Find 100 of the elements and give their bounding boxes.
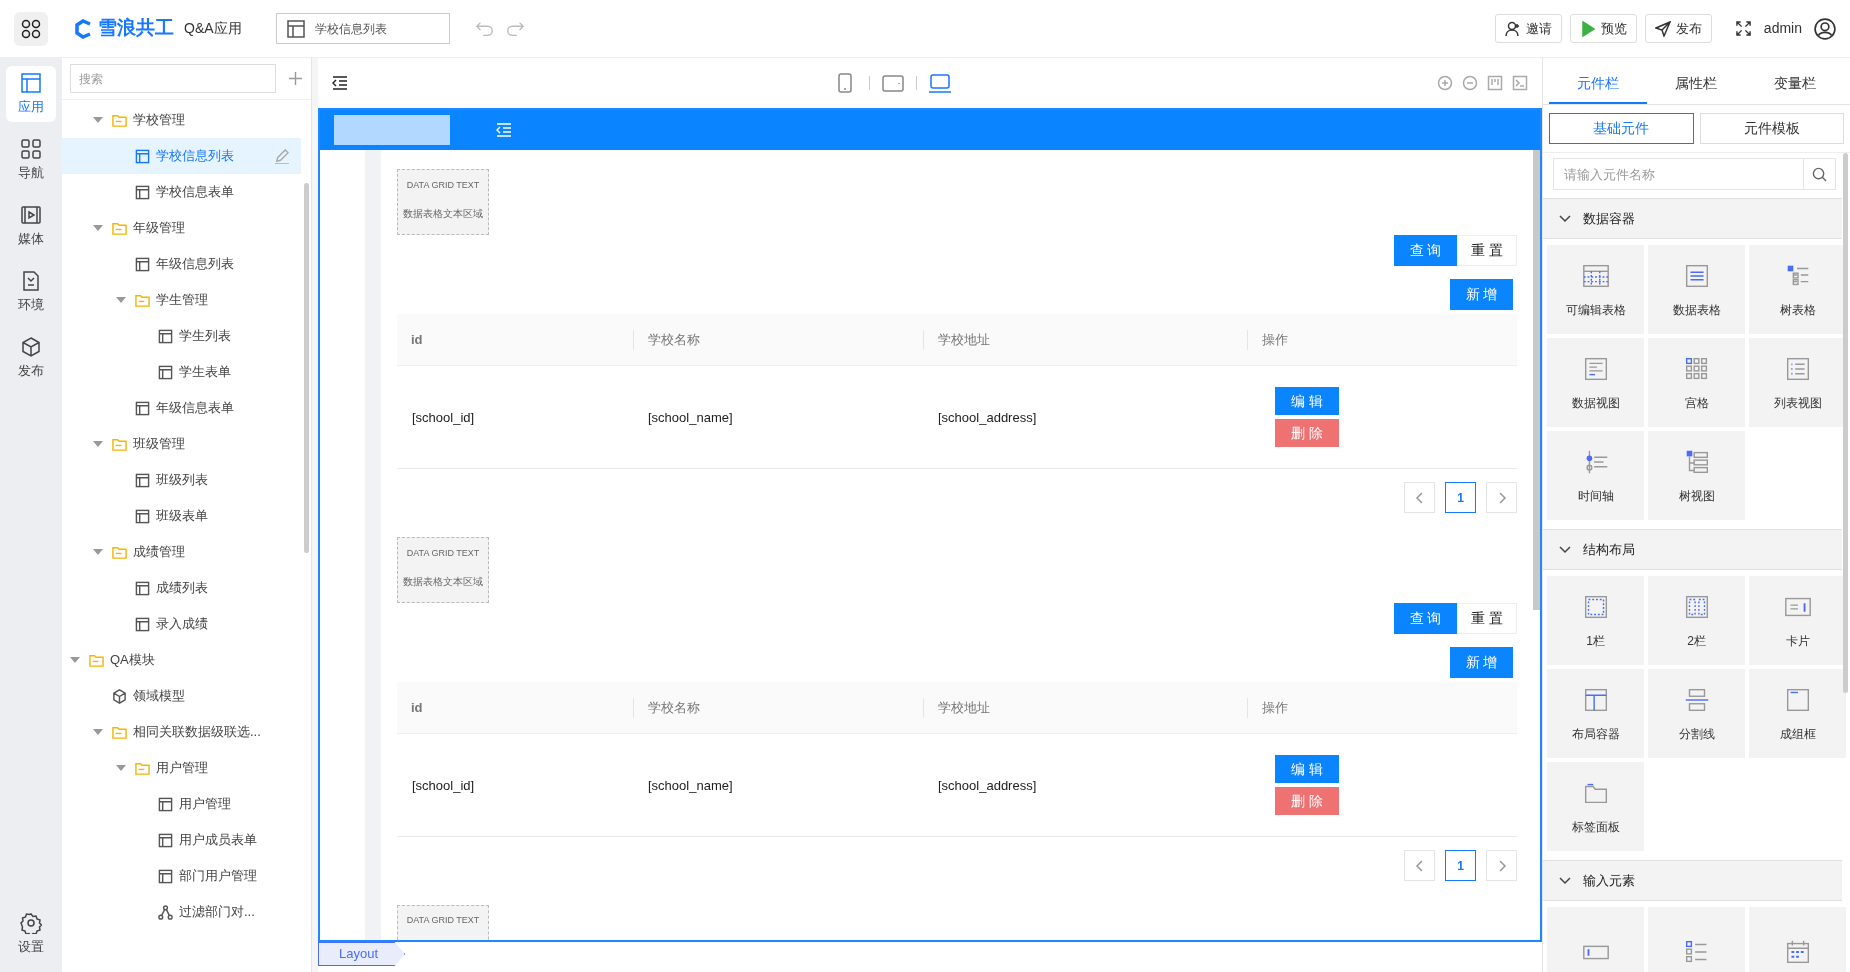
rail-tab[interactable]: 媒体 bbox=[6, 198, 56, 254]
reset-button[interactable]: 重 置 bbox=[1457, 235, 1517, 266]
rail-tab[interactable]: 发布 bbox=[6, 330, 56, 386]
component-tile[interactable]: 列表视图 bbox=[1749, 338, 1846, 427]
panel-tab[interactable]: 变量栏 bbox=[1745, 64, 1844, 104]
tree-item[interactable]: 用户管理 bbox=[62, 786, 301, 822]
tree-item[interactable]: 学生列表 bbox=[62, 318, 301, 354]
tree-item[interactable]: 年级信息列表 bbox=[62, 246, 301, 282]
tree-item[interactable]: 学校信息列表 bbox=[62, 138, 301, 174]
user-plus-icon bbox=[1504, 20, 1521, 37]
fullscreen-icon[interactable] bbox=[1735, 21, 1751, 36]
tree-item[interactable]: 过滤部门对... bbox=[62, 894, 301, 930]
component-tile[interactable]: 2栏 bbox=[1648, 576, 1745, 665]
add-button[interactable]: 新 增 bbox=[1450, 279, 1513, 310]
rail-tab[interactable]: 应用 bbox=[6, 66, 56, 122]
scrollbar[interactable] bbox=[1843, 153, 1848, 693]
add-button[interactable]: 新 增 bbox=[1450, 647, 1513, 678]
component-tile[interactable]: 可编辑表格 bbox=[1547, 245, 1644, 334]
tree-item[interactable]: 学生表单 bbox=[62, 354, 301, 390]
zoom-out-icon[interactable] bbox=[1462, 75, 1478, 91]
tree-item[interactable]: 录入成绩 bbox=[62, 606, 301, 642]
component-tile[interactable] bbox=[1547, 907, 1644, 972]
section-header[interactable]: 输入元素 bbox=[1543, 860, 1842, 901]
tree-item[interactable]: 学生管理 bbox=[62, 282, 301, 318]
component-tile[interactable]: 树表格 bbox=[1749, 245, 1846, 334]
tree-item[interactable]: 成绩列表 bbox=[62, 570, 301, 606]
plus-icon[interactable] bbox=[288, 71, 303, 86]
query-button[interactable]: 查 询 bbox=[1394, 235, 1457, 266]
tree-label: 用户管理 bbox=[156, 759, 208, 778]
tree-item[interactable]: 部门用户管理 bbox=[62, 858, 301, 894]
component-tile[interactable]: 1栏 bbox=[1547, 576, 1644, 665]
publish-button[interactable]: 发布 bbox=[1644, 14, 1712, 43]
tree-item[interactable]: 班级表单 bbox=[62, 498, 301, 534]
preview-button[interactable]: 预览 bbox=[1569, 14, 1637, 43]
scrollbar[interactable] bbox=[1533, 150, 1540, 610]
tree-label: 学校信息列表 bbox=[156, 147, 234, 166]
tree-item[interactable]: 相同关联数据级联选... bbox=[62, 714, 301, 750]
zoom-in-icon[interactable] bbox=[1437, 75, 1453, 91]
pencil-icon[interactable] bbox=[274, 148, 289, 164]
section-header[interactable]: 结构布局 bbox=[1543, 529, 1842, 570]
next-page-button[interactable] bbox=[1486, 850, 1517, 881]
terminal-icon[interactable] bbox=[1512, 75, 1528, 91]
component-tile[interactable]: 标签面板 bbox=[1547, 762, 1644, 851]
component-tile[interactable]: 卡片 bbox=[1749, 576, 1846, 665]
panel-tab[interactable]: 元件栏 bbox=[1549, 64, 1648, 104]
page-button[interactable]: 1 bbox=[1445, 850, 1476, 881]
device-button[interactable] bbox=[881, 73, 904, 93]
avatar-icon[interactable] bbox=[1814, 17, 1836, 40]
prev-page-button[interactable] bbox=[1404, 850, 1435, 881]
component-tile[interactable]: 时间轴 bbox=[1547, 431, 1644, 520]
tree-label: 相同关联数据级联选... bbox=[133, 723, 261, 742]
tree-item[interactable]: 班级管理 bbox=[62, 426, 301, 462]
component-tile[interactable]: 数据视图 bbox=[1547, 338, 1644, 427]
component-tab[interactable]: 基础元件 bbox=[1549, 113, 1694, 144]
rail-tab[interactable]: 设置 bbox=[6, 906, 56, 962]
prev-page-button[interactable] bbox=[1404, 482, 1435, 513]
component-tile[interactable] bbox=[1648, 907, 1745, 972]
board-icon[interactable] bbox=[1487, 75, 1503, 91]
invite-button[interactable]: 邀请 bbox=[1494, 14, 1562, 43]
tree-item[interactable]: 班级列表 bbox=[62, 462, 301, 498]
page-select[interactable]: 学校信息列表 bbox=[275, 13, 450, 44]
page-button[interactable]: 1 bbox=[1445, 482, 1476, 513]
section-header[interactable]: 数据容器 bbox=[1543, 198, 1842, 239]
tree-item[interactable]: 成绩管理 bbox=[62, 534, 301, 570]
component-tile[interactable]: 布局容器 bbox=[1547, 669, 1644, 758]
component-tile[interactable]: 成组框 bbox=[1749, 669, 1846, 758]
rail-tab[interactable]: 环境 bbox=[6, 264, 56, 320]
tree-item[interactable]: 学校信息表单 bbox=[62, 174, 301, 210]
breadcrumb-item[interactable]: Layout bbox=[318, 942, 406, 966]
tree-item[interactable]: 领域模型 bbox=[62, 678, 301, 714]
next-page-button[interactable] bbox=[1486, 482, 1517, 513]
component-tab[interactable]: 元件模板 bbox=[1699, 113, 1844, 144]
query-button[interactable]: 查 询 bbox=[1394, 603, 1457, 634]
scrollbar[interactable] bbox=[304, 183, 309, 553]
tree-item[interactable]: 年级信息表单 bbox=[62, 390, 301, 426]
panel-tab[interactable]: 属性栏 bbox=[1647, 64, 1746, 104]
apps-button[interactable] bbox=[14, 11, 48, 46]
tree-item[interactable]: 年级管理 bbox=[62, 210, 301, 246]
device-button[interactable] bbox=[928, 73, 951, 93]
search-field[interactable]: 请输入元件名称 bbox=[1553, 158, 1804, 190]
table-cell: [school_id] bbox=[412, 778, 475, 793]
component-tile[interactable]: 树视图 bbox=[1648, 431, 1745, 520]
tree-item[interactable]: QA模块 bbox=[62, 642, 301, 678]
search-field[interactable]: 搜索 bbox=[70, 64, 276, 93]
edit-button[interactable]: 编 辑 bbox=[1275, 755, 1339, 783]
component-tile[interactable]: 数据表格 bbox=[1648, 245, 1745, 334]
search-icon bbox=[1812, 166, 1827, 182]
rail-tab[interactable]: 导航 bbox=[6, 132, 56, 188]
reset-button[interactable]: 重 置 bbox=[1457, 603, 1517, 634]
search-button[interactable] bbox=[1804, 158, 1836, 190]
component-tile[interactable]: 宫格 bbox=[1648, 338, 1745, 427]
outdent-icon[interactable] bbox=[332, 75, 348, 91]
tree-item[interactable]: 学校管理 bbox=[62, 102, 301, 138]
component-tile[interactable]: 分割线 bbox=[1648, 669, 1745, 758]
tree-item[interactable]: 用户管理 bbox=[62, 750, 301, 786]
folder-icon bbox=[135, 292, 150, 308]
edit-button[interactable]: 编 辑 bbox=[1275, 387, 1339, 415]
component-tile[interactable] bbox=[1749, 907, 1846, 972]
send-icon bbox=[1654, 20, 1671, 37]
tree-item[interactable]: 用户成员表单 bbox=[62, 822, 301, 858]
